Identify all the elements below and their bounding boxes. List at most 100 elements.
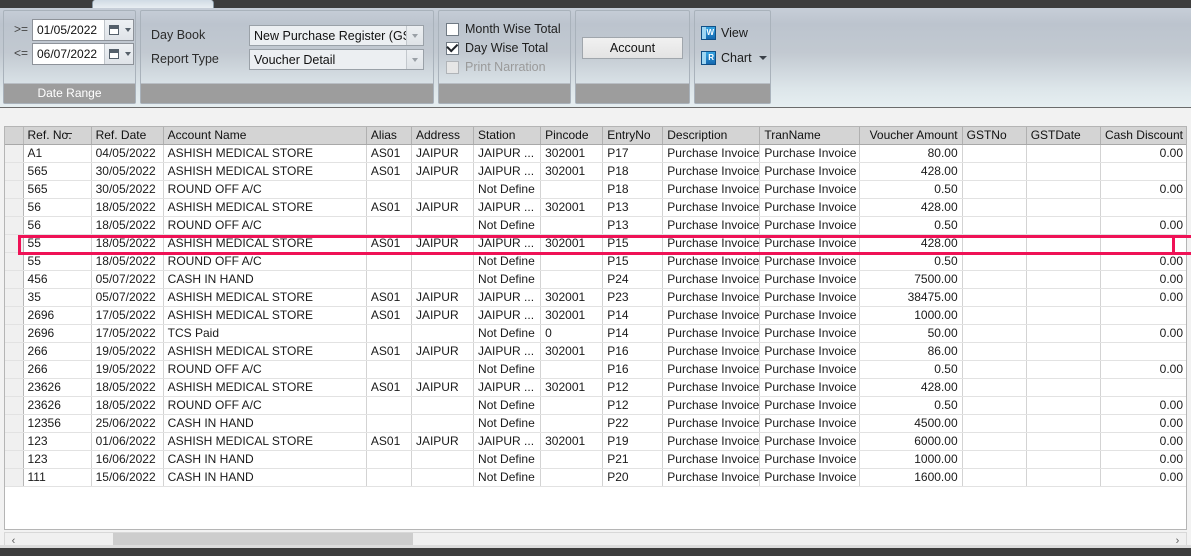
table-row[interactable]: 23626 18/05/2022 ASHISH MEDICAL STORE AS01 J… xyxy=(5,378,1186,397)
column-header-voucher_amount[interactable]: Voucher Amount xyxy=(859,127,963,145)
row-selector-header[interactable] xyxy=(5,127,24,145)
cell-voucher_amount: 428.00 xyxy=(859,162,963,181)
row-selector-cell[interactable] xyxy=(5,306,24,325)
chevron-down-icon[interactable] xyxy=(406,50,423,69)
ribbon-tab-stub[interactable] xyxy=(92,0,214,8)
cell-ref_no: 2696 xyxy=(23,324,92,343)
column-header-description[interactable]: Description xyxy=(662,127,761,145)
table-row[interactable]: 565 30/05/2022 ROUND OFF A/C Not Define P18 P… xyxy=(5,180,1186,199)
column-header-address[interactable]: Address xyxy=(411,127,475,145)
table-row[interactable]: 23626 18/05/2022 ROUND OFF A/C Not Define P1… xyxy=(5,396,1186,415)
checkbox-box[interactable] xyxy=(446,22,459,36)
table-row[interactable]: 56 18/05/2022 ROUND OFF A/C Not Define P13 Pu… xyxy=(5,216,1186,235)
cell-voucher_amount: 0.50 xyxy=(859,252,963,271)
chevron-down-icon[interactable] xyxy=(122,44,133,64)
column-header-ref_no[interactable]: Ref. No. xyxy=(23,127,92,145)
reporttype-select[interactable]: Voucher Detail xyxy=(249,49,424,70)
checkbox-box[interactable] xyxy=(445,39,459,55)
checkbox-day-wise-total[interactable]: Day Wise Total xyxy=(445,39,548,57)
column-header-pincode[interactable]: Pincode xyxy=(540,127,604,145)
cell-gstno xyxy=(962,342,1027,361)
chevron-down-icon[interactable] xyxy=(406,26,423,45)
row-selector-cell[interactable] xyxy=(5,378,24,397)
column-header-alias[interactable]: Alias xyxy=(366,127,412,145)
table-row[interactable]: 266 19/05/2022 ASHISH MEDICAL STORE AS01 JAI… xyxy=(5,342,1186,361)
row-selector-cell[interactable] xyxy=(5,468,24,487)
table-row[interactable]: 35 05/07/2022 ASHISH MEDICAL STORE AS01 JAIP… xyxy=(5,288,1186,307)
table-row[interactable]: 12356 25/06/2022 CASH IN HAND Not Define P22… xyxy=(5,414,1186,433)
cell-ref_no: 2696 xyxy=(23,306,92,325)
cell-tranname: Purchase Invoice xyxy=(759,288,860,307)
cell-pincode xyxy=(540,450,604,469)
table-row[interactable]: 55 18/05/2022 ROUND OFF A/C Not Define P15 Pu… xyxy=(5,252,1186,271)
row-selector-cell[interactable] xyxy=(5,162,24,181)
column-header-cash_discount[interactable]: Cash Discount xyxy=(1100,127,1186,145)
table-row[interactable]: 2696 17/05/2022 TCS Paid Not Define 0 P14 Purc… xyxy=(5,324,1186,343)
date-from-field[interactable]: 01/05/2022 xyxy=(32,19,134,41)
report-grid-area: Ref. No. Ref. Date Account Name Alias Addres… xyxy=(0,109,1191,549)
cell-ref_date: 18/05/2022 xyxy=(91,216,164,235)
table-row[interactable]: 266 19/05/2022 ROUND OFF A/C Not Define P16 P… xyxy=(5,360,1186,379)
row-selector-cell[interactable] xyxy=(5,360,24,379)
cell-description: Purchase Invoice xyxy=(662,162,761,181)
column-header-station[interactable]: Station xyxy=(473,127,542,145)
table-row[interactable]: 565 30/05/2022 ASHISH MEDICAL STORE AS01 JAI… xyxy=(5,162,1186,181)
row-selector-cell[interactable] xyxy=(5,198,24,217)
cell-address: JAIPUR xyxy=(411,288,475,307)
table-row[interactable]: 123 01/06/2022 ASHISH MEDICAL STORE AS01 JAI… xyxy=(5,432,1186,451)
row-selector-cell[interactable] xyxy=(5,288,24,307)
cell-description: Purchase Invoice xyxy=(662,342,761,361)
chevron-down-icon[interactable] xyxy=(122,20,133,40)
cell-gstdate xyxy=(1026,360,1101,379)
chevron-down-icon[interactable] xyxy=(758,56,767,60)
daybook-select[interactable]: New Purchase Register (GST) xyxy=(249,25,424,46)
column-header-entryno[interactable]: EntryNo xyxy=(602,127,664,145)
cell-cash_discount: 0.00 xyxy=(1100,414,1186,433)
checkbox-month-wise-total[interactable]: Month Wise Total xyxy=(446,20,561,38)
cell-alias: AS01 xyxy=(366,306,412,325)
window-bottom-border xyxy=(0,548,1191,556)
row-selector-cell[interactable] xyxy=(5,324,24,343)
row-selector-cell[interactable] xyxy=(5,432,24,451)
table-row[interactable]: 456 05/07/2022 CASH IN HAND Not Define P24 Pu… xyxy=(5,270,1186,289)
voucher-table: Ref. No. Ref. Date Account Name Alias Addres… xyxy=(5,127,1186,487)
checkbox-print-narration: Print Narration xyxy=(446,58,546,76)
row-selector-cell[interactable] xyxy=(5,270,24,289)
row-selector-cell[interactable] xyxy=(5,396,24,415)
cell-alias xyxy=(366,468,412,487)
chart-button[interactable]: R Chart xyxy=(701,48,767,68)
column-header-gstno[interactable]: GSTNo xyxy=(962,127,1027,145)
cell-entryno: P18 xyxy=(602,162,664,181)
cell-station: Not Define xyxy=(473,270,542,289)
table-row[interactable]: 2696 17/05/2022 ASHISH MEDICAL STORE AS01 JA… xyxy=(5,306,1186,325)
table-row[interactable]: 56 18/05/2022 ASHISH MEDICAL STORE AS01 JAIP… xyxy=(5,198,1186,217)
row-selector-cell[interactable] xyxy=(5,216,24,235)
table-row[interactable]: A1 04/05/2022 ASHISH MEDICAL STORE AS01 JAIP… xyxy=(5,144,1186,163)
column-header-ref_date[interactable]: Ref. Date xyxy=(91,127,164,145)
column-header-gstdate[interactable]: GSTDate xyxy=(1026,127,1101,145)
cell-station: Not Define xyxy=(473,396,542,415)
view-button[interactable]: W View xyxy=(701,23,748,43)
row-selector-cell[interactable] xyxy=(5,342,24,361)
row-selector-cell[interactable] xyxy=(5,252,24,271)
table-row[interactable]: 111 15/06/2022 CASH IN HAND Not Define P20 Pu… xyxy=(5,468,1186,487)
row-selector-cell[interactable] xyxy=(5,414,24,433)
row-selector-cell[interactable] xyxy=(5,180,24,199)
calendar-icon[interactable] xyxy=(104,20,122,40)
cell-pincode: 302001 xyxy=(540,306,604,325)
cell-account_name: ASHISH MEDICAL STORE xyxy=(163,306,367,325)
cell-gstno xyxy=(962,252,1027,271)
date-to-field[interactable]: 06/07/2022 xyxy=(32,43,134,65)
cell-tranname: Purchase Invoice xyxy=(759,270,860,289)
checkbox-label: Print Narration xyxy=(465,60,546,74)
calendar-icon[interactable] xyxy=(104,44,122,64)
table-row[interactable]: 123 16/06/2022 CASH IN HAND Not Define P21 Pu… xyxy=(5,450,1186,469)
column-header-tranname[interactable]: TranName xyxy=(759,127,860,145)
row-selector-cell[interactable] xyxy=(5,450,24,469)
report-grid[interactable]: Ref. No. Ref. Date Account Name Alias Addres… xyxy=(4,126,1187,530)
cell-station: JAIPUR ... xyxy=(473,342,542,361)
cell-ref_date: 05/07/2022 xyxy=(91,288,164,307)
account-button[interactable]: Account xyxy=(582,37,683,59)
column-header-account_name[interactable]: Account Name xyxy=(163,127,367,145)
row-selector-cell[interactable] xyxy=(5,144,24,163)
